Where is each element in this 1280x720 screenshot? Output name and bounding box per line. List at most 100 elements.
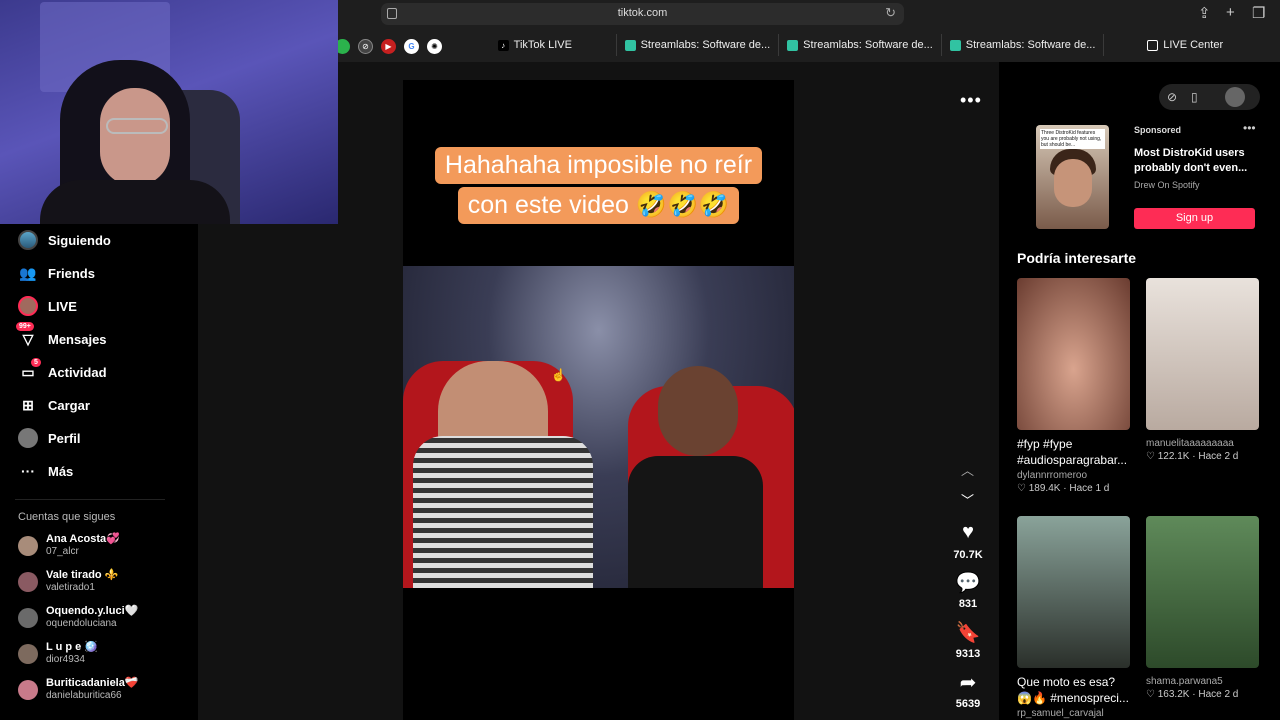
video-thumbnail[interactable] — [1017, 516, 1130, 668]
messages-icon: ▽ 99+ — [16, 322, 38, 349]
sidebar-item-cargar[interactable]: ⊞ Cargar — [18, 395, 90, 415]
ad-thumbnail[interactable]: Three DistroKid features you are probabl… — [1036, 125, 1109, 229]
live-center-icon — [1147, 39, 1159, 51]
recommended-video-card[interactable]: #fyp #fype #audiosparagrabar... dylannrr… — [1017, 278, 1130, 494]
share-count: 5639 — [955, 698, 981, 710]
sponsored-label: Sponsored — [1134, 125, 1182, 135]
sidebar-item-label: Actividad — [48, 364, 107, 380]
tab-streamlabs-3[interactable]: Streamlabs: Software de... — [940, 34, 1104, 56]
sidebar-item-label: Perfil — [48, 430, 81, 446]
streamlabs-icon — [787, 39, 799, 51]
more-options-icon[interactable]: ••• — [960, 90, 982, 111]
tab-label: Streamlabs: Software de... — [965, 39, 1096, 51]
avatar — [18, 571, 38, 592]
activity-icon: ▭ 5 — [18, 358, 41, 382]
card-likes: 122.1K — [1157, 451, 1190, 462]
heart-icon: ♥ — [962, 521, 974, 543]
video-caption-line-2: con este video 🤣🤣🤣 — [403, 187, 794, 224]
card-author[interactable]: dylannrromeroo — [1017, 470, 1130, 481]
divider — [15, 499, 165, 500]
sidebar-item-perfil[interactable]: Perfil — [18, 428, 81, 448]
following-avatar-icon — [18, 230, 38, 250]
share-icon[interactable]: ⇪ — [1198, 4, 1211, 22]
sidebar-item-actividad[interactable]: ▭ 5 Actividad — [18, 358, 107, 382]
pinned-favorites: ⊘ ▶ G ✺ — [335, 37, 442, 55]
tab-tiktok-live[interactable]: ♪ TikTok LIVE — [454, 34, 616, 56]
sidebar-item-label: LIVE — [48, 298, 77, 314]
followed-account[interactable]: Vale tirado ⚜️ valetirado1 — [18, 569, 118, 594]
followed-account[interactable]: Oquendo.y.luci🤍 oquendoluciana — [18, 605, 138, 630]
video-thumbnail[interactable] — [1146, 516, 1259, 668]
streamlabs-icon — [624, 39, 636, 51]
share-button[interactable]: ➦ 5639 — [948, 670, 988, 712]
sidebar-item-label: Mensajes — [48, 331, 107, 347]
account-name: Buriticadaniela❤️‍🩹 — [46, 677, 139, 689]
video-thumbnail[interactable] — [1146, 278, 1259, 430]
upload-icon: ⊞ — [22, 396, 34, 413]
account-name: Vale tirado ⚜️ — [46, 569, 119, 581]
new-tab-icon[interactable]: + — [1226, 4, 1235, 21]
card-author[interactable]: shama.parwana5 — [1146, 676, 1259, 687]
openai-icon[interactable]: ✺ — [427, 38, 442, 54]
ad-title[interactable]: Most DistroKid users probably don't even… — [1134, 146, 1254, 176]
like-count: 70.7K — [953, 549, 983, 561]
sidebar-item-label: Friends — [48, 265, 95, 281]
avatar — [18, 643, 38, 664]
account-handle: dior4934 — [46, 654, 85, 665]
ad-subtitle: Drew On Spotify — [1134, 180, 1200, 190]
profile-avatar-icon[interactable] — [1225, 87, 1245, 107]
mobile-icon[interactable]: ▯ — [1191, 90, 1198, 104]
video-caption-line-1: Hahahaha imposible no reír — [403, 147, 794, 184]
streamlabs-icon — [949, 39, 961, 51]
like-button[interactable]: ♥ 70.7K — [948, 521, 988, 563]
tab-label: Streamlabs: Software de... — [640, 39, 771, 51]
tab-label: Streamlabs: Software de... — [803, 39, 933, 51]
tab-label: TikTok LIVE — [513, 39, 572, 51]
avatar — [18, 607, 38, 628]
tab-overview-icon[interactable]: ❐ — [1252, 4, 1265, 22]
sidebar: Siguiendo 👥 Friends LIVE ▽ 99+ Mensajes ▭… — [0, 224, 198, 720]
more-icon: ··· — [21, 463, 35, 479]
comment-button[interactable]: 💬 831 — [948, 570, 988, 612]
address-bar[interactable]: tiktok.com ↻ — [381, 3, 904, 25]
sidebar-item-mensajes[interactable]: ▽ 99+ Mensajes — [16, 322, 107, 349]
sidebar-item-live[interactable]: LIVE — [18, 296, 77, 316]
sidebar-item-label: Cargar — [48, 397, 90, 413]
save-button[interactable]: 🔖 9313 — [948, 620, 988, 662]
compass-icon[interactable]: ⊘ — [358, 38, 373, 54]
recommended-video-card[interactable]: shama.parwana5 ♡ 163.2K · Hace 2 d — [1146, 516, 1259, 700]
friends-icon: 👥 — [19, 264, 37, 281]
video-thumbnail[interactable] — [1017, 278, 1130, 430]
sidebar-item-mas[interactable]: ··· Más — [18, 461, 73, 481]
recommended-video-card[interactable]: manuelitaaaaaaaaa ♡ 122.1K · Hace 2 d — [1146, 278, 1259, 462]
ad-more-icon[interactable]: ••• — [1243, 121, 1256, 135]
account-handle: oquendoluciana — [46, 618, 117, 629]
account-handle: 07_alcr — [46, 546, 79, 557]
youtube-icon[interactable]: ▶ — [381, 38, 396, 54]
followed-account[interactable]: Ana Acosta💞 07_alcr — [18, 533, 120, 558]
heart-outline-icon: ♡ — [1146, 451, 1155, 462]
sidebar-item-label: Siguiendo — [48, 232, 111, 248]
comment-icon: 💬 — [955, 572, 981, 594]
url-text[interactable]: tiktok.com — [381, 7, 904, 19]
previous-video-icon[interactable]: ︿ — [961, 460, 974, 479]
webcam-overlay — [0, 0, 338, 224]
followed-account[interactable]: L u p e 🪩 dior4934 — [18, 641, 98, 666]
tab-streamlabs-2[interactable]: Streamlabs: Software de... — [778, 34, 941, 56]
sidebar-item-siguiendo[interactable]: Siguiendo — [18, 230, 111, 250]
next-video-icon[interactable]: ﹀ — [961, 490, 974, 509]
recommended-video-card[interactable]: Que moto es esa? 😱🔥 #menospreci... rp_sa… — [1017, 516, 1130, 719]
card-stats: ♡ 189.4K · Hace 1 d — [1017, 483, 1110, 494]
google-icon[interactable]: G — [404, 38, 419, 54]
video-player[interactable]: Hahahaha imposible no reír con este vide… — [403, 80, 794, 720]
reload-icon[interactable]: ↻ — [885, 5, 896, 21]
sign-up-button[interactable]: Sign up — [1134, 208, 1255, 229]
card-author[interactable]: manuelitaaaaaaaaa — [1146, 438, 1259, 449]
card-age: Hace 2 d — [1198, 689, 1239, 700]
tab-live-center[interactable]: LIVE Center — [1103, 34, 1266, 56]
card-author[interactable]: rp_samuel_carvajal — [1017, 708, 1130, 719]
tab-streamlabs-1[interactable]: Streamlabs: Software de... — [615, 34, 779, 56]
compass-icon[interactable]: ⊘ — [1167, 90, 1177, 104]
followed-account[interactable]: Buriticadaniela❤️‍🩹 danielaburitica66 — [18, 677, 139, 702]
sidebar-item-friends[interactable]: 👥 Friends — [18, 263, 95, 283]
